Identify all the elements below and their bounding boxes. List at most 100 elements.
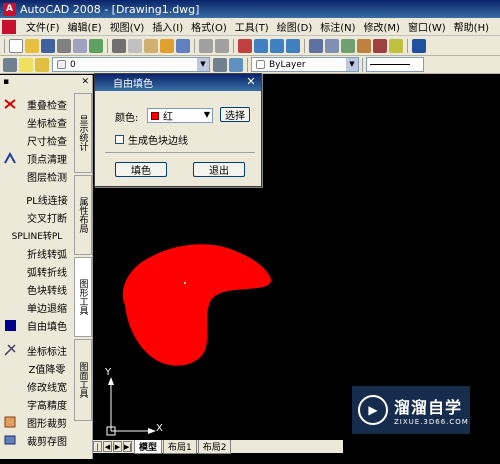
tool-z-zero[interactable]: Z值降零 — [0, 359, 74, 377]
color-value: 红 — [163, 112, 173, 123]
tool-polyline-to-arc[interactable]: 折线转弧 — [0, 244, 74, 262]
block-editor-icon[interactable] — [176, 38, 190, 53]
help-icon[interactable] — [412, 38, 426, 53]
linetype-dropdown[interactable] — [366, 57, 424, 72]
tool-label: 字高精度 — [27, 400, 67, 412]
tool-shape-clip[interactable]: 图形裁剪 — [0, 413, 74, 431]
blank-icon — [3, 397, 17, 411]
tool-size-check[interactable]: 尺寸检查 — [0, 131, 74, 149]
save-icon[interactable] — [41, 38, 55, 53]
menu-view[interactable]: 视图(V) — [106, 19, 149, 34]
calculator-icon[interactable] — [389, 38, 403, 53]
layer-manager-icon[interactable] — [3, 57, 17, 72]
light-bulb-icon[interactable] — [19, 57, 33, 72]
tab-layout1[interactable]: 布局1 — [163, 439, 197, 454]
ucs-icon — [106, 377, 156, 436]
tool-vertex-clean[interactable]: 顶点清理 — [0, 149, 74, 167]
tool-palettes-icon[interactable] — [341, 38, 355, 53]
color-dropdown[interactable]: ByLayer ▼ — [251, 57, 359, 72]
layer-color-swatch — [57, 60, 66, 69]
vtab-graphic-tools[interactable]: 图形工具 — [74, 257, 92, 337]
design-center-icon[interactable] — [325, 38, 339, 53]
document-menu-icon[interactable] — [2, 19, 16, 34]
tool-overlap-check[interactable]: 重叠检查 — [0, 95, 74, 113]
tool-color-block-to-line[interactable]: 色块转线 — [0, 280, 74, 298]
zoom-realtime-icon[interactable] — [254, 38, 268, 53]
vtab-drawing-tools[interactable]: 图面工具 — [74, 339, 92, 421]
zoom-previous-icon[interactable] — [286, 38, 300, 53]
menu-window[interactable]: 窗口(W) — [404, 19, 450, 34]
cut-icon[interactable] — [112, 38, 126, 53]
tool-label: 裁剪存图 — [27, 436, 67, 448]
menu-insert[interactable]: 插入(I) — [148, 19, 187, 34]
tab-model[interactable]: 模型 — [134, 439, 163, 454]
toolbar-separator — [304, 38, 305, 53]
tab-next-icon[interactable]: ▶ — [113, 441, 122, 452]
publish-icon[interactable] — [89, 38, 103, 53]
tool-cross-break[interactable]: 交叉打断 — [0, 208, 74, 226]
layer-previous-icon[interactable] — [229, 57, 243, 72]
menu-edit[interactable]: 编辑(E) — [64, 19, 106, 34]
match-properties-icon[interactable] — [160, 38, 174, 53]
tool-arc-to-polyline[interactable]: 弧转折线 — [0, 262, 74, 280]
markup-icon[interactable] — [373, 38, 387, 53]
sheet-set-icon[interactable] — [357, 38, 371, 53]
standard-toolbar — [0, 36, 500, 56]
copy-icon[interactable] — [128, 38, 142, 53]
layout-tabs-bar: |◀ ◀ ▶ ▶| 模型 布局1 布局2 — [93, 439, 343, 462]
menu-modify[interactable]: 修改(M) — [360, 19, 404, 34]
menu-format[interactable]: 格式(O) — [187, 19, 231, 34]
shape-clip-icon — [3, 415, 17, 429]
tool-spline-to-pl[interactable]: SPLINE转PL — [0, 226, 74, 244]
edge-line-checkbox[interactable] — [115, 135, 124, 144]
edge-line-checkbox-row[interactable]: 生成色块边线 — [115, 132, 188, 147]
color-select[interactable]: 红 ▼ — [147, 108, 213, 123]
dialog-divider — [105, 152, 255, 153]
tab-first-icon[interactable]: |◀ — [93, 441, 102, 462]
dialog-title: 自由填色 — [113, 79, 153, 90]
panel-grip-icon[interactable]: ▪ — [3, 77, 9, 87]
new-file-icon[interactable] — [9, 38, 23, 53]
panel-close-icon[interactable]: ✕ — [81, 77, 89, 87]
autocad-app-icon[interactable]: A — [3, 2, 16, 16]
menu-file[interactable]: 文件(F) — [22, 19, 64, 34]
sun-icon[interactable] — [35, 57, 49, 72]
tool-layer-detect[interactable]: 图层检测 — [0, 167, 74, 185]
tool-free-fill[interactable]: 自由填色 — [0, 316, 74, 334]
print-preview-icon[interactable] — [73, 38, 87, 53]
zoom-window-icon[interactable] — [270, 38, 284, 53]
paste-icon[interactable] — [144, 38, 158, 53]
pan-icon[interactable] — [238, 38, 252, 53]
tool-pl-join[interactable]: PL线连接 — [0, 190, 74, 208]
vtab-property-layout[interactable]: 属性布局 — [74, 175, 92, 255]
tool-text-height-precision[interactable]: 字高精度 — [0, 395, 74, 413]
tab-layout2[interactable]: 布局2 — [197, 439, 232, 454]
layer-dropdown[interactable]: 0 ▼ — [52, 57, 210, 72]
tool-clip-save[interactable]: 裁剪存图 — [0, 431, 74, 449]
menu-tools[interactable]: 工具(T) — [231, 19, 273, 34]
toolbar-separator — [407, 38, 408, 53]
fill-button[interactable]: 填色 — [115, 162, 167, 177]
undo-icon[interactable] — [199, 38, 213, 53]
cursor-point — [184, 282, 186, 284]
tab-last-icon[interactable]: ▶| — [123, 441, 132, 452]
tool-coord-annotate[interactable]: 坐标标注 — [0, 341, 74, 359]
tool-modify-linewidth[interactable]: 修改线宽 — [0, 377, 74, 395]
menu-draw[interactable]: 绘图(D) — [273, 19, 317, 34]
open-file-icon[interactable] — [25, 38, 39, 53]
choose-button[interactable]: 选择 — [220, 107, 250, 122]
close-icon[interactable]: ✕ — [245, 76, 257, 88]
menu-help[interactable]: 帮助(H) — [450, 19, 493, 34]
watermark-text: 溜溜自学 ZIXUE.3D66.COM — [394, 394, 469, 426]
tool-coord-check[interactable]: 坐标检查 — [0, 113, 74, 131]
exit-button[interactable]: 退出 — [193, 162, 245, 177]
redo-icon[interactable] — [215, 38, 229, 53]
red-filled-shape[interactable] — [122, 244, 272, 366]
tab-prev-icon[interactable]: ◀ — [103, 441, 112, 452]
print-icon[interactable] — [57, 38, 71, 53]
make-current-icon[interactable] — [213, 57, 227, 72]
properties-icon[interactable] — [309, 38, 323, 53]
vtab-display-stats[interactable]: 显示统计 — [74, 93, 92, 173]
tool-single-offset[interactable]: 单边退缩 — [0, 298, 74, 316]
menu-dimension[interactable]: 标注(N) — [316, 19, 359, 34]
